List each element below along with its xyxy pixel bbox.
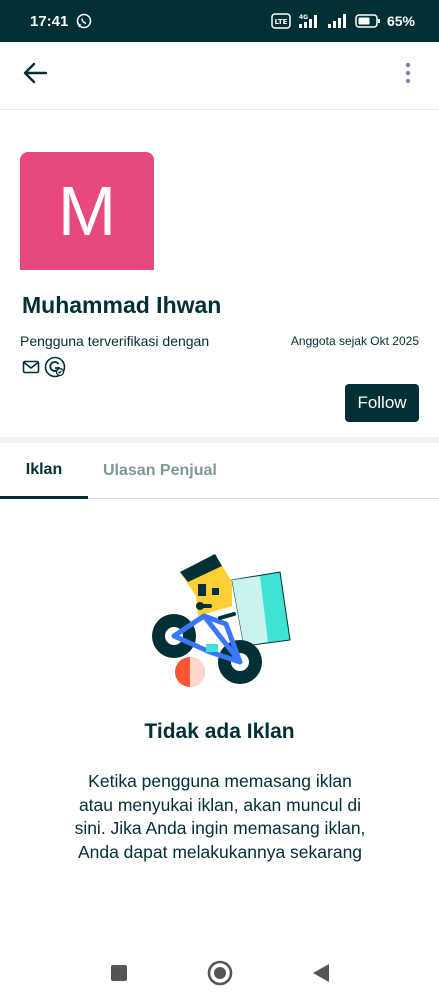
svg-text:4G: 4G (299, 14, 308, 21)
profile-name: Muhammad Ihwan (22, 292, 222, 318)
signal-icon (327, 13, 349, 29)
more-options-button[interactable] (391, 59, 425, 93)
battery-percent: 65% (386, 13, 415, 29)
triangle-back-icon[interactable] (311, 962, 331, 989)
battery-icon (355, 13, 381, 29)
square-icon[interactable] (109, 963, 129, 988)
tab-bar: Iklan Ulasan Penjual (0, 443, 439, 499)
back-button[interactable] (18, 59, 52, 93)
empty-state-description: Ketika pengguna memasang iklan atau meny… (55, 770, 385, 864)
app-bar (0, 42, 439, 110)
whatsapp-icon (76, 13, 92, 29)
empty-state-line: sini. Jika Anda ingin memasang iklan, (74, 818, 366, 838)
verification-icons (22, 356, 66, 383)
avatar: M (20, 152, 154, 270)
tab-iklan[interactable]: Iklan (0, 443, 88, 499)
status-time: 17:41 (30, 12, 69, 30)
system-nav-bar (0, 950, 439, 1000)
empty-state-title: Tidak ada Iklan (144, 720, 295, 743)
empty-state-line: Ketika pengguna memasang iklan (88, 771, 352, 791)
google-icon (44, 356, 66, 383)
volte-icon: LTE (271, 13, 291, 29)
avatar-letter: M (57, 172, 117, 250)
mail-icon (22, 359, 40, 380)
verified-text: Pengguna terverifikasi dengan (20, 333, 210, 349)
svg-text:LTE: LTE (275, 18, 288, 26)
signal-4g-icon: 4G (297, 13, 321, 29)
status-bar: 17:41 LTE 4G 65% (0, 0, 439, 42)
arrow-left-icon (21, 59, 49, 92)
empty-state-illustration (140, 544, 300, 694)
more-vertical-icon (404, 61, 412, 90)
follow-button[interactable]: Follow (345, 384, 419, 422)
empty-state-line: atau menyukai iklan, akan muncul di (78, 794, 362, 815)
empty-state-line: Anda dapat melakukannya sekarang (77, 841, 363, 862)
member-since: Anggota sejak Okt 2025 (290, 334, 419, 348)
tab-ulasan-penjual[interactable]: Ulasan Penjual (88, 443, 232, 499)
circle-home-icon[interactable] (207, 960, 233, 991)
